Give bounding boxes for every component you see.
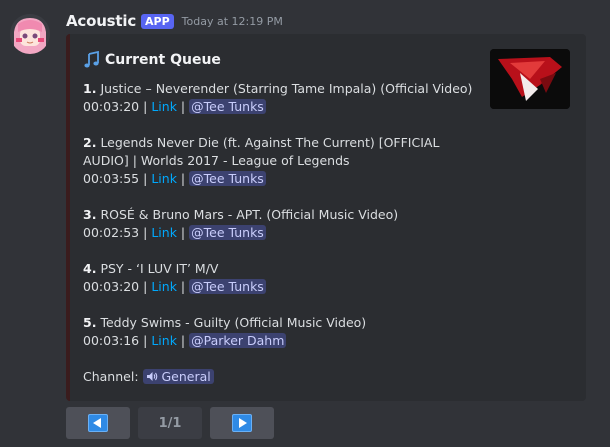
track-link[interactable]: Link [151,99,177,114]
queue-track: 1. Justice – Neverender (Starring Tame I… [83,80,483,116]
track-link[interactable]: Link [151,225,177,240]
track-duration: 00:03:20 [83,99,140,114]
track-number: 2. [83,135,97,150]
app-badge: APP [141,13,174,29]
track-title: Teddy Swims - Guilty (Official Music Vid… [100,315,367,330]
left-arrow-icon [88,414,108,432]
track-duration: 00:03:55 [83,171,140,186]
separator: | [143,333,148,348]
track-title: ROSÉ & Bruno Mars - APT. (Official Music… [100,207,399,222]
page-indicator-button: 1/1 [138,407,202,439]
queue-track: 3. ROSÉ & Bruno Mars - APT. (Official Mu… [83,206,483,242]
track-link[interactable]: Link [151,333,177,348]
username[interactable]: Acoustic [66,12,136,30]
queue-track: 2. Legends Never Die (ft. Against The Cu… [83,134,483,188]
channel-label: Channel: [83,369,139,384]
track-link[interactable]: Link [151,279,177,294]
timestamp: Today at 12:19 PM [181,14,283,28]
queue-track: 5. Teddy Swims - Guilty (Official Music … [83,314,483,350]
separator: | [143,225,148,240]
channel-name: General [161,369,211,384]
video-thumbnail[interactable] [490,49,570,109]
queue-embed: Current Queue 1. Justice – Neverender (S… [66,34,586,401]
track-number: 3. [83,207,97,222]
separator: | [143,99,148,114]
message-header: Acoustic APP Today at 12:19 PM [66,10,283,32]
music-note-icon [83,51,101,69]
separator: | [180,171,186,186]
previous-page-button[interactable] [66,407,130,439]
channel-mention[interactable]: General [142,369,214,384]
queue-list: 1. Justice – Neverender (Starring Tame I… [83,80,483,386]
track-title: Legends Never Die (ft. Against The Curre… [83,135,440,168]
separator: | [180,99,186,114]
track-title: PSY - ‘I LUV IT’ M/V [100,261,219,276]
right-arrow-icon [232,414,252,432]
next-page-button[interactable] [210,407,274,439]
requester-mention[interactable]: @Parker Dahm [189,333,287,348]
separator: | [143,171,148,186]
requester-mention[interactable]: @Tee Tunks [189,279,266,294]
separator: | [180,279,186,294]
channel-line: Channel: General [83,368,483,386]
requester-mention[interactable]: @Tee Tunks [189,225,266,240]
track-duration: 00:03:16 [83,333,140,348]
speaker-icon [146,369,158,384]
track-number: 5. [83,315,97,330]
queue-track: 4. PSY - ‘I LUV IT’ M/V 00:03:20 | Link … [83,260,483,296]
track-duration: 00:03:20 [83,279,140,294]
track-number: 1. [83,81,97,96]
bot-avatar[interactable] [10,14,50,54]
track-duration: 00:02:53 [83,225,140,240]
requester-mention[interactable]: @Tee Tunks [189,99,266,114]
requester-mention[interactable]: @Tee Tunks [189,171,266,186]
track-title: Justice – Neverender (Starring Tame Impa… [100,81,473,96]
track-link[interactable]: Link [151,171,177,186]
track-number: 4. [83,261,97,276]
embed-title: Current Queue [83,51,221,69]
separator: | [180,225,186,240]
separator: | [143,279,148,294]
embed-title-text: Current Queue [105,52,221,68]
separator: | [180,333,186,348]
